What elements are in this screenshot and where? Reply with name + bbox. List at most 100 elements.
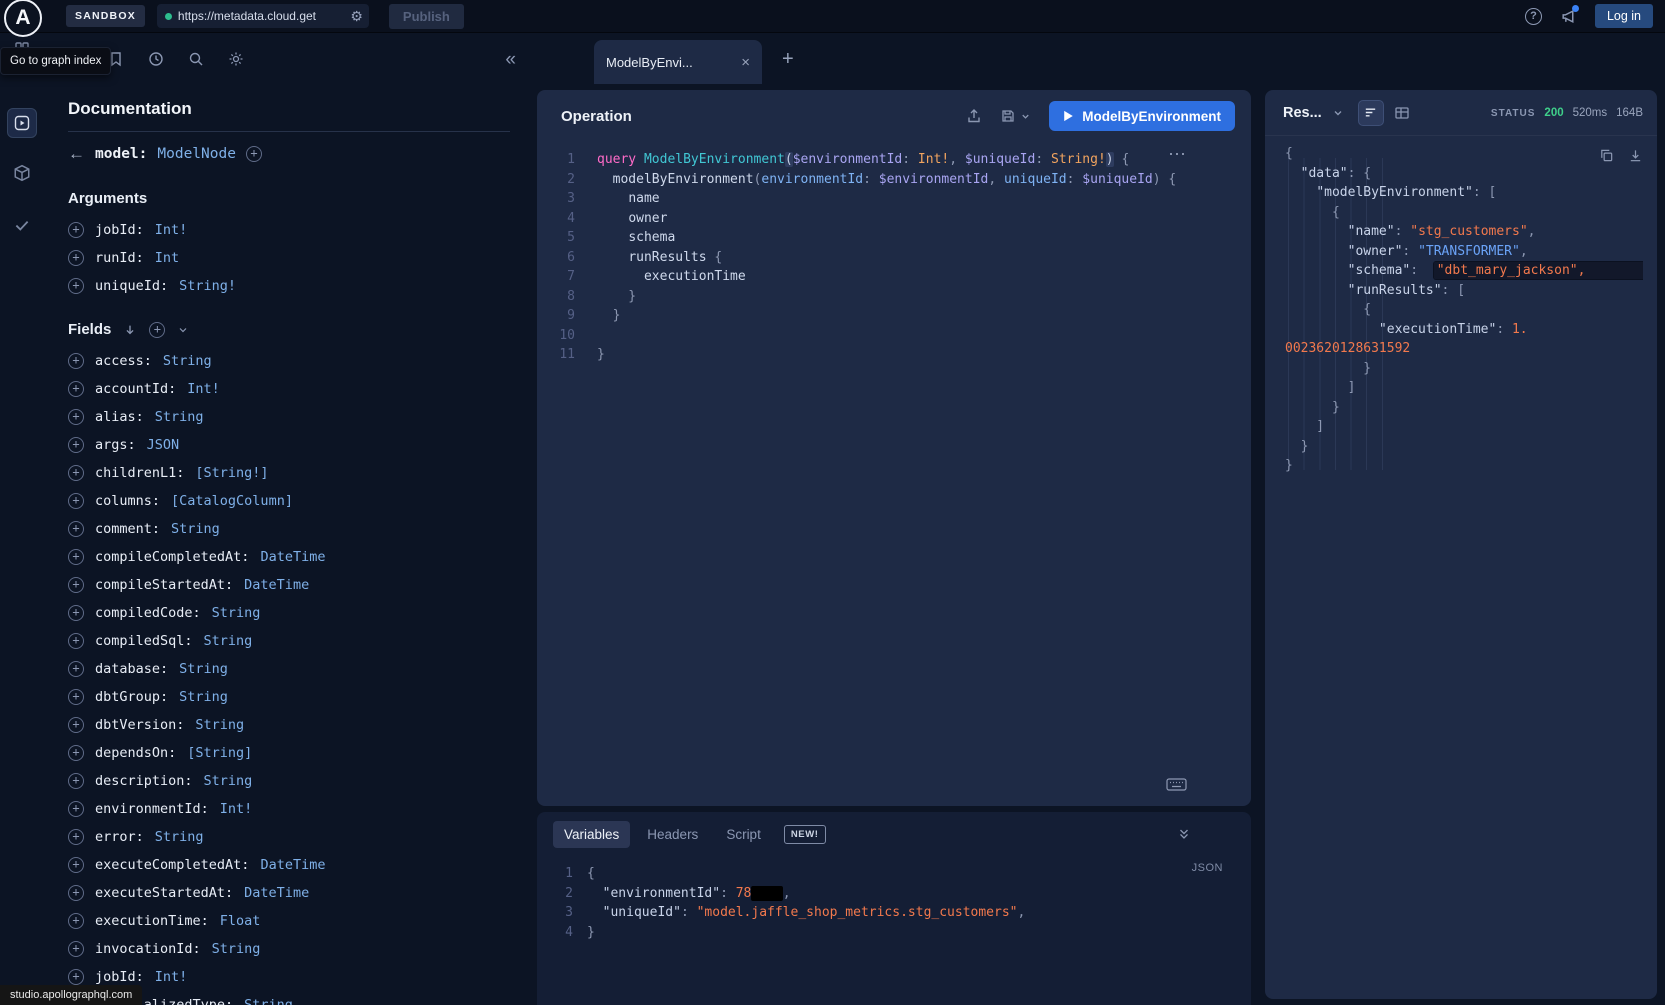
- field-type-link[interactable]: DateTime: [260, 549, 325, 565]
- field-type-link[interactable]: DateTime: [244, 885, 309, 901]
- field-row[interactable]: + alias: String: [68, 404, 510, 430]
- field-type-link[interactable]: Int: [155, 250, 179, 266]
- sort-fields-icon[interactable]: [123, 323, 137, 337]
- field-name[interactable]: dependsOn:: [95, 745, 176, 761]
- field-type-link[interactable]: DateTime: [244, 577, 309, 593]
- history-icon[interactable]: [148, 51, 164, 67]
- add-field-icon[interactable]: +: [68, 493, 84, 509]
- field-row[interactable]: +database:String: [68, 656, 510, 682]
- add-field-icon[interactable]: +: [68, 689, 84, 705]
- collapse-panel-icon[interactable]: «: [505, 50, 516, 69]
- field-name[interactable]: alias:: [95, 409, 144, 425]
- field-row[interactable]: + dependsOn: [String]: [68, 740, 510, 766]
- tab-script[interactable]: Script: [715, 821, 772, 848]
- field-name[interactable]: executeCompletedAt:: [95, 857, 249, 873]
- field-name[interactable]: columns:: [95, 493, 160, 509]
- field-type-link[interactable]: Int!: [220, 801, 253, 817]
- add-field-icon[interactable]: +: [68, 465, 84, 481]
- field-name[interactable]: environmentId:: [95, 801, 209, 817]
- add-field-icon[interactable]: +: [68, 857, 84, 873]
- new-tab-button[interactable]: +: [782, 49, 794, 69]
- field-type-link[interactable]: JSON: [147, 437, 180, 453]
- field-type-link[interactable]: String: [195, 717, 244, 733]
- add-field-icon[interactable]: +: [68, 829, 84, 845]
- field-name[interactable]: jobId:: [95, 222, 144, 238]
- field-name[interactable]: compileStartedAt:: [95, 577, 233, 593]
- field-row[interactable]: +access:String: [68, 348, 510, 374]
- endpoint-url-bar[interactable]: ⚙: [157, 4, 369, 28]
- editor-overflow-menu-icon[interactable]: ⋯: [1168, 144, 1187, 165]
- field-name[interactable]: args:: [95, 437, 136, 453]
- add-field-icon[interactable]: +: [68, 745, 84, 761]
- field-name[interactable]: childrenL1:: [95, 465, 184, 481]
- field-name[interactable]: access:: [95, 353, 152, 369]
- field-name[interactable]: comment:: [95, 521, 160, 537]
- field-type-link[interactable]: String: [179, 689, 228, 705]
- add-field-icon[interactable]: +: [68, 577, 84, 593]
- download-response-icon[interactable]: [1628, 148, 1643, 163]
- tab-variables[interactable]: Variables: [553, 821, 630, 848]
- field-row[interactable]: +comment:String: [68, 516, 510, 542]
- tab-close-icon[interactable]: ×: [741, 55, 750, 70]
- announcements-icon[interactable]: [1560, 8, 1577, 25]
- schema-icon[interactable]: [13, 164, 31, 182]
- field-name[interactable]: uniqueId:: [95, 278, 168, 294]
- field-row[interactable]: +environmentId:Int!: [68, 796, 510, 822]
- field-row[interactable]: +error:String: [68, 824, 510, 850]
- field-name[interactable]: accountId:: [95, 381, 176, 397]
- field-type-link[interactable]: [String]: [187, 745, 252, 761]
- field-type-link[interactable]: String: [155, 409, 204, 425]
- field-row[interactable]: +executionTime:Float: [68, 908, 510, 934]
- variables-editor[interactable]: 1234 { "environmentId": 780000, "uniqueI…: [537, 856, 1251, 942]
- endpoint-url-input[interactable]: [178, 9, 344, 23]
- run-operation-button[interactable]: ModelByEnvironment: [1049, 101, 1235, 131]
- field-type-link[interactable]: Int!: [155, 222, 188, 238]
- field-name[interactable]: invocationId:: [95, 941, 201, 957]
- variables-code[interactable]: { "environmentId": 780000, "uniqueId": "…: [587, 864, 1251, 942]
- share-icon[interactable]: [966, 108, 982, 124]
- field-row[interactable]: + runId: Int: [68, 245, 510, 271]
- operation-code[interactable]: query ModelByEnvironment($environmentId:…: [597, 150, 1251, 365]
- response-format-filter-icon[interactable]: [1358, 100, 1384, 126]
- field-row[interactable]: + compiledSql: String: [68, 628, 510, 654]
- field-row[interactable]: + executeCompletedAt: DateTime: [68, 852, 510, 878]
- add-field-icon[interactable]: +: [68, 913, 84, 929]
- field-name[interactable]: compiledSql:: [95, 633, 193, 649]
- field-type-link[interactable]: DateTime: [260, 857, 325, 873]
- field-type-link[interactable]: String: [163, 353, 212, 369]
- operation-editor[interactable]: 1234567891011 query ModelByEnvironment($…: [537, 142, 1251, 365]
- keyboard-shortcuts-icon[interactable]: [1166, 776, 1187, 792]
- add-field-icon[interactable]: +: [68, 250, 84, 266]
- field-name[interactable]: error:: [95, 829, 144, 845]
- field-type-link[interactable]: Int!: [155, 969, 188, 985]
- add-field-icon[interactable]: +: [68, 661, 84, 677]
- add-field-icon[interactable]: +: [68, 941, 84, 957]
- tab-model-by-environment[interactable]: ModelByEnvi... ×: [594, 40, 762, 84]
- field-type-link[interactable]: String: [204, 633, 253, 649]
- field-name[interactable]: dbtVersion:: [95, 717, 184, 733]
- field-type-link[interactable]: String: [204, 773, 253, 789]
- field-type-link[interactable]: Float: [220, 913, 261, 929]
- copy-response-icon[interactable]: [1599, 148, 1614, 163]
- add-field-icon[interactable]: +: [68, 381, 84, 397]
- add-field-icon[interactable]: +: [68, 633, 84, 649]
- field-row[interactable]: +description:String: [68, 768, 510, 794]
- add-field-icon[interactable]: +: [68, 521, 84, 537]
- field-name[interactable]: runId:: [95, 250, 144, 266]
- back-arrow-icon[interactable]: ←: [68, 144, 85, 164]
- field-row[interactable]: + accountId: Int!: [68, 376, 510, 402]
- add-field-icon[interactable]: +: [68, 969, 84, 985]
- add-field-icon[interactable]: +: [68, 885, 84, 901]
- field-row[interactable]: +executeStartedAt:DateTime: [68, 880, 510, 906]
- collapse-variables-icon[interactable]: [1177, 827, 1191, 841]
- save-icon[interactable]: [1000, 108, 1016, 124]
- field-type-link[interactable]: Int!: [187, 381, 220, 397]
- login-button[interactable]: Log in: [1595, 4, 1653, 28]
- field-type-link[interactable]: [CatalogColumn]: [171, 493, 293, 509]
- field-row[interactable]: + compileStartedAt: DateTime: [68, 572, 510, 598]
- add-field-icon[interactable]: +: [68, 409, 84, 425]
- response-chevron-down-icon[interactable]: [1332, 107, 1344, 119]
- add-field-icon[interactable]: +: [68, 717, 84, 733]
- help-icon[interactable]: ?: [1525, 8, 1542, 25]
- field-name[interactable]: compileCompletedAt:: [95, 549, 249, 565]
